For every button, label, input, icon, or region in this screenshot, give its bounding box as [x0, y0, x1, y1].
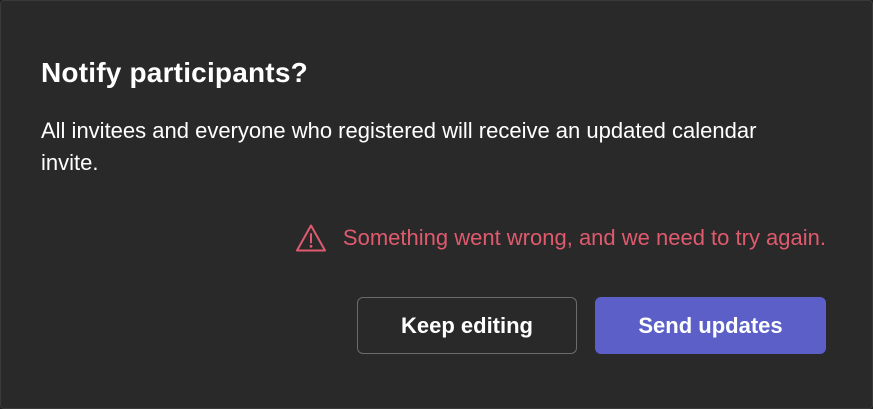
warning-triangle-icon — [295, 224, 326, 252]
send-updates-button[interactable]: Send updates — [595, 297, 826, 354]
error-message-row: Something went wrong, and we need to try… — [295, 221, 826, 255]
dialog-message: All invitees and everyone who registered… — [41, 118, 757, 175]
notify-participants-dialog: Notify participants? All invitees and ev… — [0, 0, 873, 409]
dialog-title: Notify participants? — [41, 57, 308, 88]
keep-editing-button[interactable]: Keep editing — [357, 297, 577, 354]
error-message-text: Something went wrong, and we need to try… — [342, 225, 826, 250]
